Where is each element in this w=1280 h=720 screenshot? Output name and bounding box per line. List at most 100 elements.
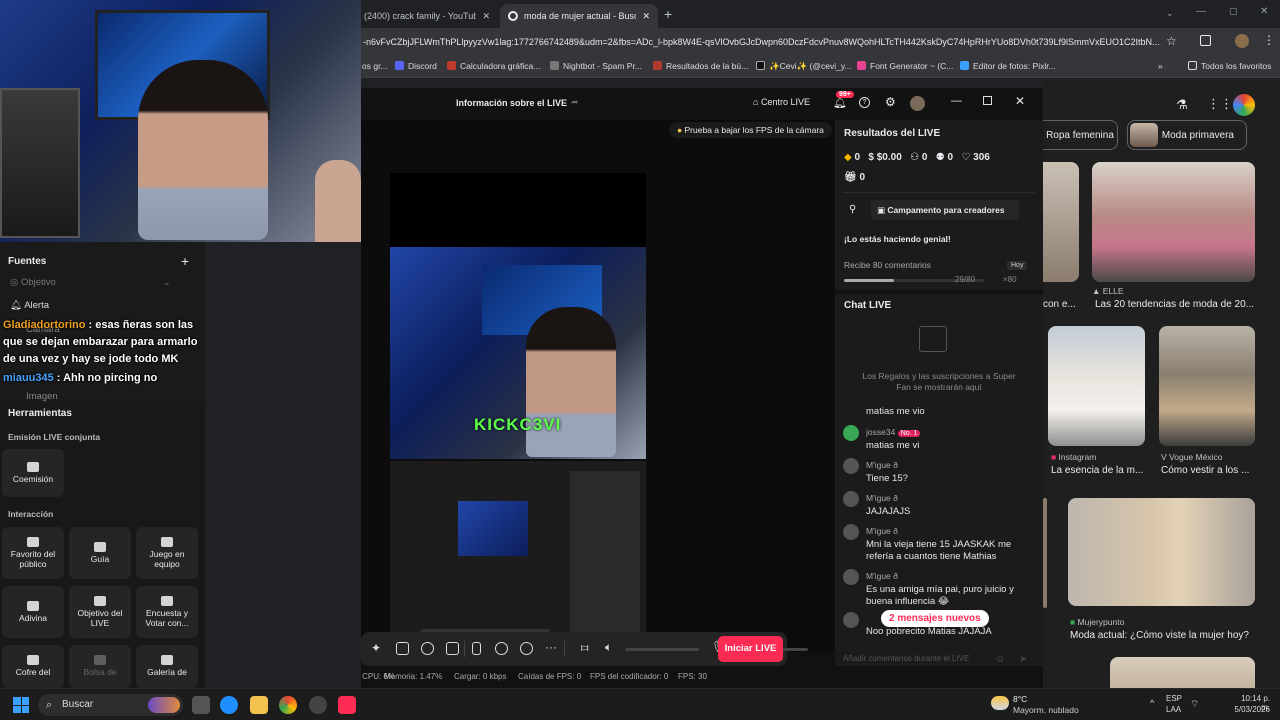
- result-caption[interactable]: La esencia de la m...: [1051, 465, 1145, 476]
- screen-capture-preview[interactable]: [390, 461, 646, 656]
- result-image[interactable]: [1092, 162, 1255, 282]
- minimize-icon[interactable]: —: [1196, 6, 1206, 17]
- close-icon[interactable]: ✕: [1015, 94, 1025, 108]
- result-image[interactable]: [1110, 657, 1255, 688]
- share-icon[interactable]: ➦: [571, 97, 579, 108]
- profile-avatar[interactable]: [1235, 34, 1249, 48]
- chat-message[interactable]: M'igue ð Es una amiga mía pai, puro juici…: [843, 569, 1033, 611]
- bookmark-calculadora[interactable]: Calculadora gráfica...: [447, 61, 540, 71]
- bookmark-partial[interactable]: os gr...: [362, 61, 388, 71]
- result-image[interactable]: [1068, 498, 1255, 606]
- file-explorer-icon[interactable]: [250, 696, 268, 714]
- chrome-icon[interactable]: [279, 696, 297, 714]
- speaker-icon[interactable]: 🔈︎: [605, 640, 612, 655]
- tool-adivina[interactable]: Adivina: [2, 586, 64, 638]
- new-tab-button[interactable]: +: [664, 6, 672, 22]
- result-image[interactable]: [1043, 498, 1047, 608]
- edge-icon[interactable]: [220, 696, 238, 714]
- tab-google-search[interactable]: moda de mujer actual - Buscar ✕: [500, 4, 658, 28]
- taskbar-search[interactable]: ⌕ Buscar: [38, 694, 183, 716]
- tray-overflow-icon[interactable]: ^: [1150, 698, 1154, 708]
- clock-date[interactable]: 5/03/2026: [1230, 705, 1270, 714]
- all-bookmarks[interactable]: Todos los favoritos: [1188, 61, 1271, 71]
- camera-preview[interactable]: KICKC3VI: [390, 247, 646, 459]
- new-messages-pill[interactable]: 2 mensajes nuevos: [881, 610, 989, 627]
- avatar[interactable]: [910, 96, 925, 111]
- tool-bolsa[interactable]: Bolsa de: [69, 645, 131, 688]
- volume-slider[interactable]: [625, 648, 699, 651]
- chat-message[interactable]: matias me vio: [843, 406, 1033, 420]
- result-caption[interactable]: Cómo vestir a los ...: [1161, 465, 1255, 476]
- obs-icon[interactable]: [309, 696, 327, 714]
- bookmark-discord[interactable]: Discord: [395, 61, 437, 71]
- user-add-icon[interactable]: ⚲: [849, 204, 856, 215]
- weather-desc[interactable]: Mayorm. nublado: [1013, 705, 1079, 715]
- task-view-icon[interactable]: [192, 696, 210, 714]
- camera-icon[interactable]: [520, 642, 533, 655]
- more-menu-icon[interactable]: ⋮: [1263, 33, 1275, 47]
- more-icon[interactable]: ···: [545, 640, 557, 654]
- language-layout[interactable]: LAA: [1166, 705, 1181, 714]
- centro-live-button[interactable]: ⌂ Centro LIVE: [753, 97, 810, 107]
- account-avatar[interactable]: [1233, 94, 1255, 116]
- chat-message[interactable]: josse34 No. 1 matias me vi: [843, 425, 1033, 455]
- help-icon[interactable]: ?: [859, 97, 870, 108]
- apps-grid-icon[interactable]: ⋮⋮: [1207, 96, 1233, 112]
- result-caption[interactable]: Moda actual: ¿Cómo viste la mujer hoy?: [1070, 630, 1270, 641]
- close-icon[interactable]: ✕: [642, 11, 650, 22]
- tool-encuesta[interactable]: Encuesta y Votar con...: [136, 586, 198, 638]
- tab-search-chevron-icon[interactable]: ⌄: [1166, 8, 1174, 19]
- wifi-icon[interactable]: ⌔: [1190, 698, 1199, 711]
- bookmark-resultados[interactable]: Resultados de la bú...: [653, 61, 748, 71]
- chat-message[interactable]: M'igue ð Mni la vieja tiene 15 JAASKAK me…: [843, 524, 1033, 566]
- tool-objetivo-live[interactable]: Objetivo del LIVE: [69, 586, 131, 638]
- tool-guia[interactable]: Guía: [69, 527, 131, 579]
- chip-ropa-femenina[interactable]: Ropa femenina: [1043, 120, 1118, 150]
- tool-favorito[interactable]: Favorito del público: [2, 527, 64, 579]
- phone-icon[interactable]: [472, 642, 481, 655]
- add-source-icon[interactable]: [446, 642, 459, 655]
- layout-icon[interactable]: [396, 642, 409, 655]
- chevron-down-icon[interactable]: ⌄: [163, 277, 171, 288]
- bookmark-font-generator[interactable]: Font Generator ~ (C...: [857, 61, 953, 71]
- result-caption[interactable]: Las 20 tendencias de moda de 20...: [1095, 299, 1265, 310]
- bookmark-pixlr[interactable]: Editor de fotos: Pixlr...: [960, 61, 1056, 71]
- tool-galeria[interactable]: Galería de: [136, 645, 198, 688]
- bookmark-tiktok-cevi[interactable]: ✨Cevi✨ (@cevi_y...: [756, 61, 852, 72]
- live-info-title[interactable]: Información sobre el LIVE: [456, 98, 567, 108]
- close-icon[interactable]: ✕: [482, 11, 490, 22]
- url-field[interactable]: -n6vFvCZbjJFLWmThPLlpyyzVw1lag:177276674…: [363, 33, 1163, 51]
- sliders-icon[interactable]: ⧦: [581, 640, 588, 655]
- result-image[interactable]: [1159, 326, 1255, 446]
- language-indicator[interactable]: ESP: [1166, 694, 1182, 703]
- windows-start-icon[interactable]: [13, 697, 29, 713]
- weather-temp[interactable]: 8°C: [1013, 694, 1027, 704]
- add-source-button[interactable]: +: [181, 253, 189, 269]
- emoji-icon[interactable]: ☺: [995, 654, 1005, 665]
- extensions-icon[interactable]: [1200, 35, 1211, 46]
- chat-message[interactable]: M'igue ð JAJAJAJS: [843, 491, 1033, 521]
- bookmarks-overflow-icon[interactable]: »: [1158, 61, 1163, 71]
- maximize-icon[interactable]: [983, 96, 992, 105]
- source-item[interactable]: Imagen: [26, 391, 58, 402]
- tool-coemision[interactable]: Coemisión: [2, 449, 64, 497]
- bookmark-nightbot[interactable]: Nightbot - Spam Pr...: [550, 61, 642, 71]
- send-icon[interactable]: ➤: [1019, 654, 1027, 665]
- result-image[interactable]: [1043, 162, 1079, 282]
- source-item[interactable]: ◎ Objetivo: [10, 277, 56, 288]
- ai-icon[interactable]: [421, 642, 434, 655]
- result-caption[interactable]: con e...: [1043, 299, 1083, 310]
- campamento-button[interactable]: ▣ Campamento para creadores: [871, 200, 1019, 220]
- labs-flask-icon[interactable]: ⚗: [1176, 97, 1188, 113]
- go-live-button[interactable]: Iniciar LIVE: [718, 636, 783, 662]
- effects-wand-icon[interactable]: ✦: [371, 641, 381, 655]
- result-image[interactable]: [1048, 326, 1145, 446]
- minimize-icon[interactable]: —: [951, 95, 962, 107]
- tiktok-live-studio-icon[interactable]: [338, 696, 356, 714]
- tool-juego-equipo[interactable]: Juego en equipo: [136, 527, 198, 579]
- fps-tip[interactable]: ● Prueba a bajar los FPS de la cámara: [669, 122, 832, 138]
- bookmark-star-icon[interactable]: ☆: [1166, 34, 1177, 48]
- record-icon[interactable]: [495, 642, 508, 655]
- settings-gear-icon[interactable]: ⚙: [885, 95, 896, 109]
- source-item[interactable]: 🔔︎ Alerta: [10, 300, 49, 311]
